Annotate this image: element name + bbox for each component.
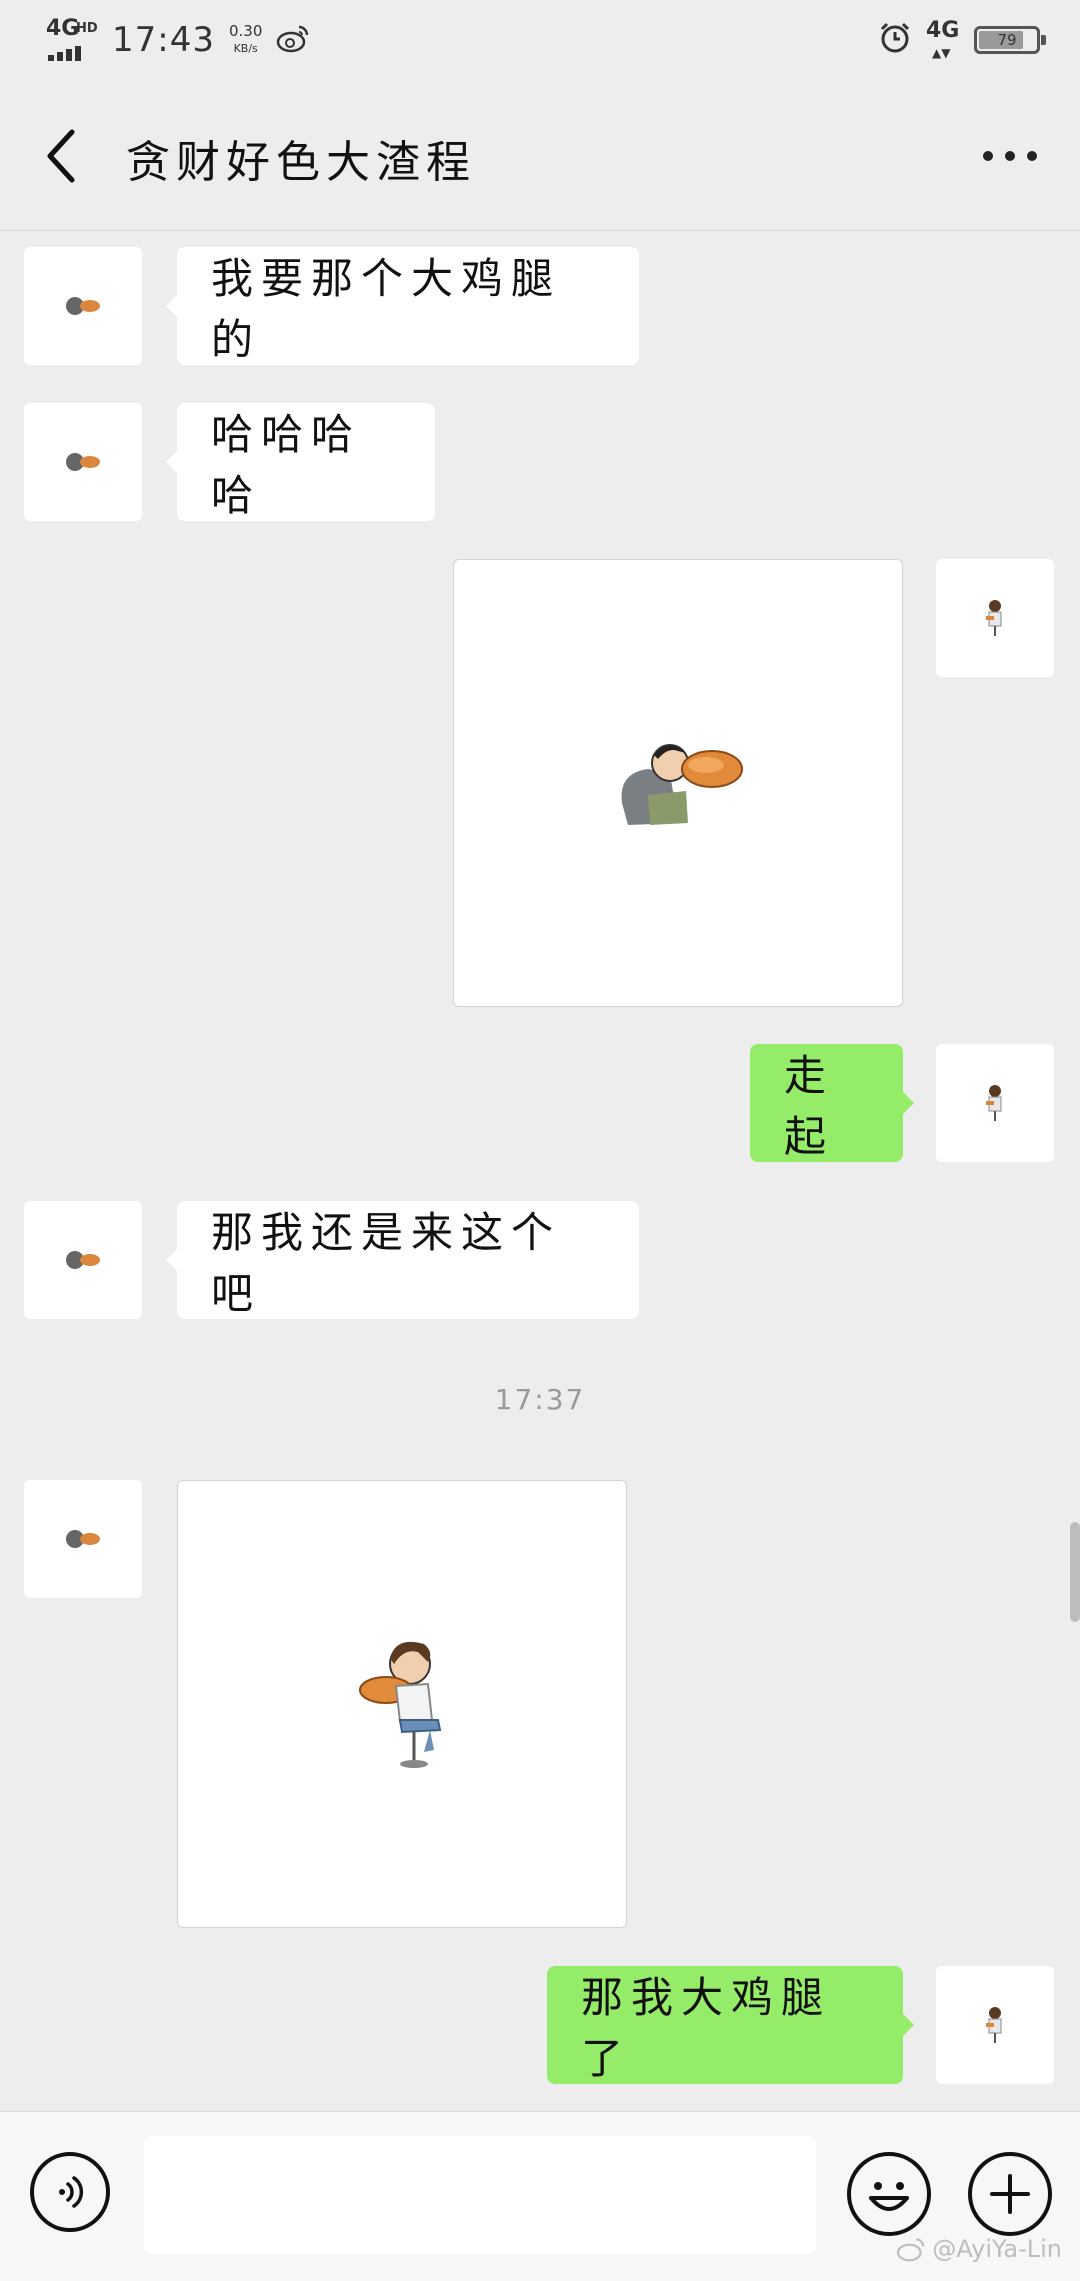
sticker-man-eating-drumstick	[621, 744, 743, 825]
scrollbar[interactable]	[1070, 1522, 1080, 1622]
message-list[interactable]: 我要那个大鸡腿的 哈哈哈哈 走起 那我还是来这个吧 17:37 那我大鸡腿了	[0, 231, 1080, 2111]
message-bubble-incoming[interactable]: 哈哈哈哈	[166, 403, 435, 521]
voice-icon	[59, 2176, 84, 2208]
my-avatar[interactable]	[936, 559, 1054, 677]
more-options-button[interactable]	[970, 130, 1050, 182]
plus-icon	[990, 2174, 1030, 2214]
message-text: 那我大鸡腿了	[581, 1973, 832, 2083]
message-text: 那我还是来这个吧	[211, 1208, 562, 1318]
chat-title: 贪财好色大渣程	[126, 137, 476, 188]
mobile-data-icon: 4G ▲▼	[926, 18, 960, 61]
network-speed: 0.30 KB/s	[228, 22, 263, 56]
weibo-icon	[897, 2238, 925, 2262]
message-text: 我要那个大鸡腿的	[211, 254, 562, 364]
contact-avatar[interactable]	[24, 247, 142, 365]
more-functions-button[interactable]	[968, 2152, 1052, 2236]
voice-input-button[interactable]	[30, 2152, 110, 2232]
weibo-icon	[276, 23, 310, 57]
message-bubble-outgoing[interactable]: 走起	[750, 1044, 914, 1162]
sticker-man-sitting-eating-drumstick	[359, 1641, 442, 1768]
message-input[interactable]	[144, 2136, 816, 2254]
message-text: 哈哈哈哈	[211, 410, 362, 520]
chat-header: 贪财好色大渣程	[0, 82, 1080, 231]
image-message-incoming[interactable]	[177, 1480, 627, 1928]
contact-avatar[interactable]	[24, 1480, 142, 1598]
image-message-outgoing[interactable]	[453, 559, 903, 1007]
message-text: 走起	[784, 1051, 835, 1161]
message-bubble-outgoing[interactable]: 那我大鸡腿了	[547, 1966, 914, 2084]
my-avatar[interactable]	[936, 1966, 1054, 2084]
smiley-icon	[869, 2182, 909, 2211]
contact-avatar[interactable]	[24, 1201, 142, 1319]
chevron-left-icon	[47, 129, 75, 183]
time-divider: 17:37	[494, 1383, 586, 1416]
status-bar: 4G HD 17:43 0.30 KB/s 4G ▲▼ 79	[0, 0, 1080, 82]
message-bubble-incoming[interactable]: 我要那个大鸡腿的	[166, 247, 639, 365]
message-bubble-incoming[interactable]: 那我还是来这个吧	[166, 1201, 639, 1319]
cellular-signal-icon: 4G HD	[46, 18, 98, 62]
emoji-button[interactable]	[847, 2152, 931, 2236]
status-time: 17:43	[112, 20, 215, 60]
alarm-clock-icon	[878, 21, 912, 59]
battery-icon: 79	[974, 26, 1046, 54]
weibo-watermark: @AyiYa-Lin	[896, 2235, 1062, 2263]
my-avatar[interactable]	[936, 1044, 1054, 1162]
back-button[interactable]	[30, 120, 90, 192]
battery-level: 79	[997, 31, 1017, 49]
contact-avatar[interactable]	[24, 403, 142, 521]
